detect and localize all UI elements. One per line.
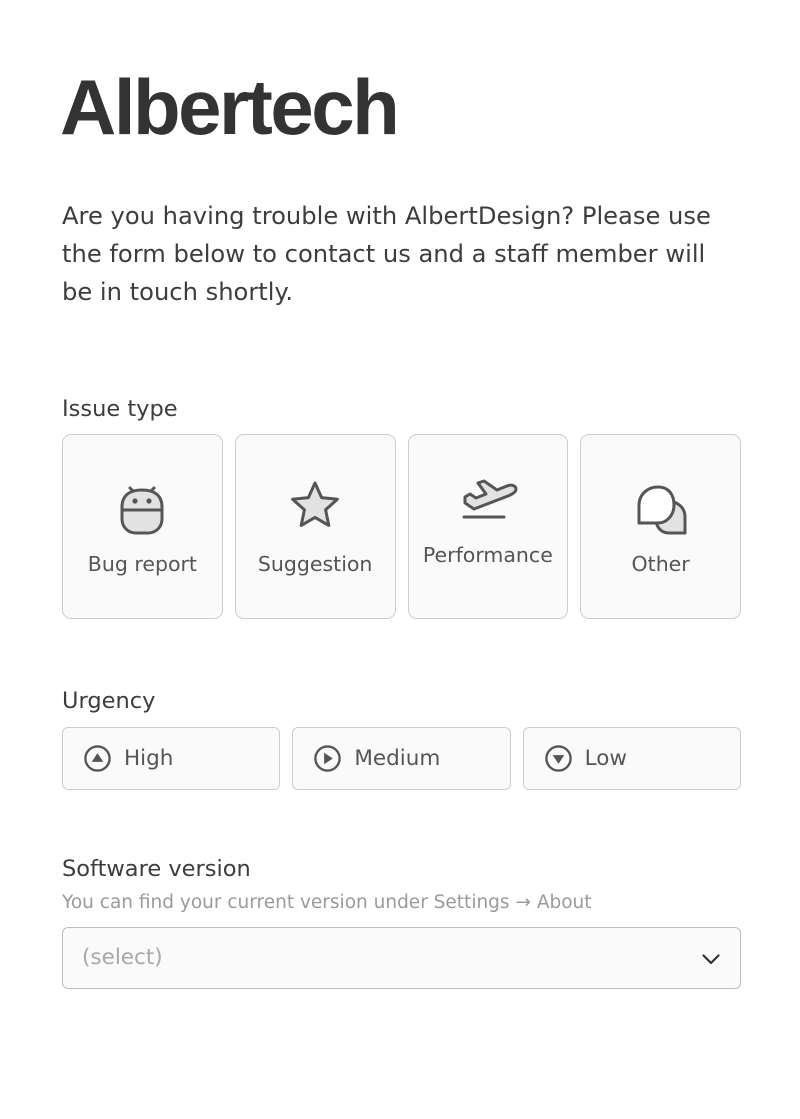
urgency-option-label: Low <box>584 745 627 771</box>
software-version-selected: (select) <box>82 945 163 970</box>
chevron-down-icon <box>702 954 720 965</box>
urgency-option-high[interactable]: High <box>62 727 281 790</box>
issue-type-label: Issue type <box>62 396 178 422</box>
star-icon <box>291 481 340 527</box>
software-version-hint: You can find your current version under … <box>62 892 592 913</box>
software-version-select[interactable]: (select) <box>62 927 741 989</box>
software-version-label: Software version <box>62 856 251 882</box>
urgency-option-label: High <box>124 745 174 771</box>
circle-arrow-right-icon <box>314 745 342 772</box>
issue-type-options: Bug report Suggestion Performance Other <box>62 434 741 619</box>
issue-option-bug-report[interactable]: Bug report <box>62 434 223 619</box>
issue-option-performance[interactable]: Performance <box>407 434 569 619</box>
urgency-options: High Medium Low <box>62 727 741 790</box>
circle-arrow-down-icon <box>544 745 572 772</box>
bug-icon <box>120 486 164 535</box>
issue-option-label: Bug report <box>87 552 197 576</box>
intro-text: Are you having trouble with AlbertDesign… <box>62 202 711 306</box>
issue-option-other[interactable]: Other <box>580 434 741 619</box>
issue-option-label: Suggestion <box>257 552 373 576</box>
airplane-takeoff-icon <box>462 479 518 519</box>
urgency-label: Urgency <box>62 688 156 714</box>
circle-arrow-up-icon <box>84 745 111 772</box>
urgency-option-medium[interactable]: Medium <box>292 727 511 790</box>
issue-option-label: Performance <box>422 543 553 567</box>
urgency-option-low[interactable]: Low <box>522 727 741 790</box>
brand-title: Albertech <box>60 63 400 151</box>
issue-option-suggestion[interactable]: Suggestion <box>234 434 396 619</box>
issue-option-label: Other <box>631 552 690 576</box>
urgency-option-label: Medium <box>354 745 441 771</box>
chat-bubbles-icon <box>637 485 687 535</box>
